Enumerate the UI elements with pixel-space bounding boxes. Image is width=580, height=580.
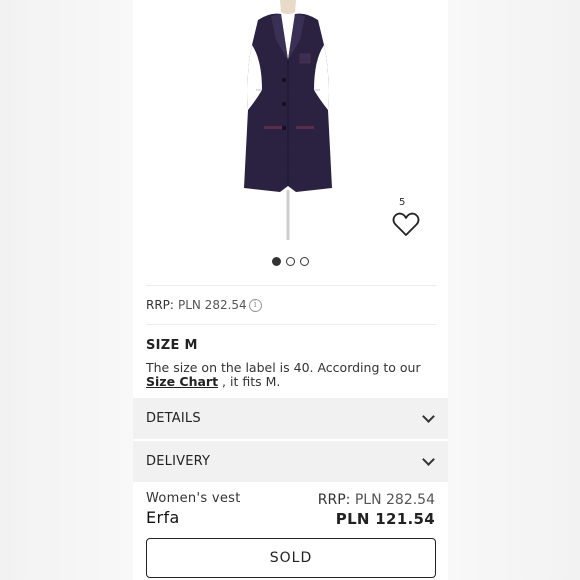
divider xyxy=(146,324,436,325)
size-title: SIZE M xyxy=(146,338,198,353)
rrp-value: PLN 282.54 xyxy=(177,298,247,312)
accordion-delivery-label: DELIVERY xyxy=(146,454,211,469)
sold-button[interactable]: SOLD xyxy=(146,538,436,578)
size-description: The size on the label is 40. According t… xyxy=(146,361,436,389)
pagination-dot-3[interactable] xyxy=(300,257,309,266)
chevron-down-icon xyxy=(422,452,435,466)
product-image-gallery[interactable]: 5 xyxy=(133,0,448,248)
backdrop-left xyxy=(0,0,133,580)
size-desc-suffix: , it fits M. xyxy=(218,374,281,389)
product-photo xyxy=(238,0,338,240)
product-price: PLN 121.54 xyxy=(335,510,435,528)
heart-icon[interactable] xyxy=(392,211,420,237)
accordion-delivery[interactable]: DELIVERY xyxy=(133,441,448,482)
pagination-dot-2[interactable] xyxy=(286,257,295,266)
backdrop-right xyxy=(448,0,580,580)
divider xyxy=(146,285,436,286)
pagination-dot-1[interactable] xyxy=(272,257,281,266)
rrp-label: RRP: xyxy=(146,298,174,312)
accordion-details-label: DETAILS xyxy=(146,411,201,426)
size-chart-link[interactable]: Size Chart xyxy=(146,374,218,389)
accordion-details[interactable]: DETAILS xyxy=(133,398,448,439)
size-desc-text: The size on the label is 40. According t… xyxy=(146,360,421,375)
product-rrp-label: RRP: xyxy=(317,492,351,508)
product-brand: Erfa xyxy=(146,508,180,527)
info-icon[interactable]: i xyxy=(248,298,262,312)
gallery-pagination xyxy=(133,257,448,266)
like-count: 5 xyxy=(399,197,406,208)
rrp-row: RRP: PLN 282.54 i xyxy=(146,298,262,312)
product-rrp: RRP: PLN 282.54 xyxy=(318,492,435,508)
product-type: Women's vest xyxy=(146,491,241,506)
product-rrp-value: PLN 282.54 xyxy=(354,492,435,508)
product-page: 5 RRP: PLN 282.54 i SIZE M The size on t… xyxy=(133,0,448,580)
chevron-down-icon xyxy=(422,409,435,423)
